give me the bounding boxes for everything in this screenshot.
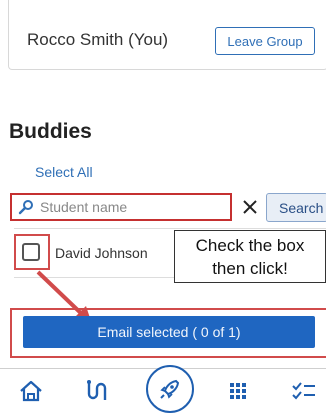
bottom-nav	[0, 365, 326, 413]
home-icon[interactable]	[17, 377, 45, 405]
checklist-icon[interactable]	[290, 377, 318, 405]
email-selected-button[interactable]: Email selected ( 0 of 1)	[23, 316, 315, 348]
rocket-icon[interactable]	[146, 365, 194, 413]
grid-icon[interactable]	[224, 377, 252, 405]
route-icon[interactable]	[81, 377, 109, 405]
